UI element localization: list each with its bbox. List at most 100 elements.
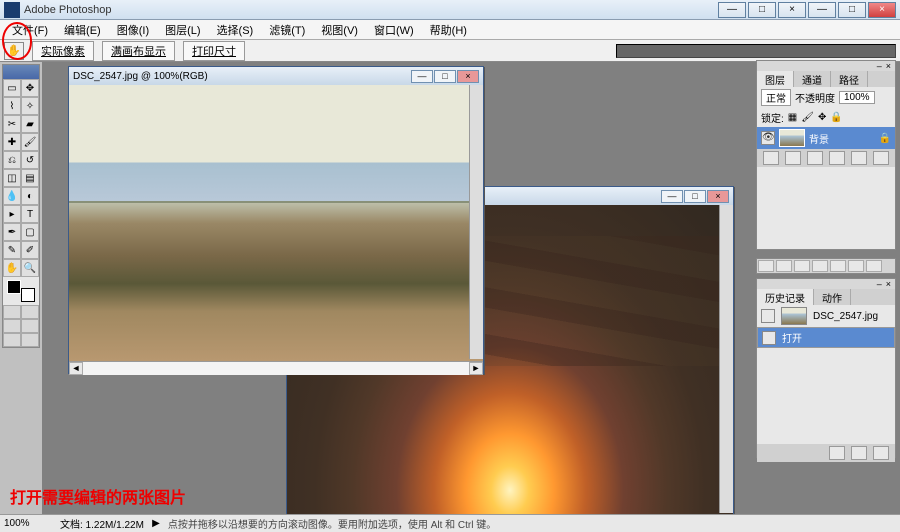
dock-icon[interactable] xyxy=(866,260,882,272)
status-menu-icon[interactable]: ▶ xyxy=(150,518,162,529)
doc-info[interactable]: 文档: 1.22M/1.22M xyxy=(60,516,144,531)
new-layer-button[interactable] xyxy=(851,151,867,165)
menu-filter[interactable]: 滤镜(T) xyxy=(261,20,313,40)
tab-paths[interactable]: 路径 xyxy=(831,71,868,87)
menu-file[interactable]: 文件(F) xyxy=(4,20,56,40)
actual-pixels-button[interactable]: 实际像素 xyxy=(32,41,94,61)
pen-tool[interactable]: ✒ xyxy=(3,223,21,241)
layer-row-background[interactable]: 👁 背景 🔒 xyxy=(757,127,895,149)
marquee-tool[interactable]: ▭ xyxy=(3,79,21,97)
minimized-panel-dock[interactable] xyxy=(756,258,896,274)
dock-icon[interactable] xyxy=(776,260,792,272)
inner-restore-button[interactable]: □ xyxy=(748,2,776,18)
doc1-maximize[interactable]: □ xyxy=(434,70,456,83)
history-brush-source-icon[interactable] xyxy=(761,309,775,323)
blend-mode-select[interactable]: 正常 xyxy=(761,89,791,106)
hand-tool[interactable]: ✋ xyxy=(3,259,21,277)
tab-layers[interactable]: 图层 xyxy=(757,71,794,87)
dock-icon[interactable] xyxy=(830,260,846,272)
menu-window[interactable]: 窗口(W) xyxy=(366,20,422,40)
brush-tool[interactable]: 🖌 xyxy=(21,133,39,151)
lock-all-icon[interactable]: 🔒 xyxy=(830,112,842,123)
crop-tool[interactable]: ✂ xyxy=(3,115,21,133)
layer-thumbnail[interactable] xyxy=(779,129,805,147)
gradient-tool[interactable]: ▤ xyxy=(21,169,39,187)
panel-minimize-icon[interactable]: – xyxy=(877,279,882,289)
screen-full[interactable] xyxy=(3,333,21,347)
maximize-button[interactable]: □ xyxy=(838,2,866,18)
panel-close-icon[interactable]: × xyxy=(886,61,891,71)
tab-actions[interactable]: 动作 xyxy=(814,289,851,305)
path-tool[interactable]: ▸ xyxy=(3,205,21,223)
eraser-tool[interactable]: ◫ xyxy=(3,169,21,187)
new-set-button[interactable] xyxy=(807,151,823,165)
toolbox-header[interactable] xyxy=(3,65,39,79)
heal-tool[interactable]: ✚ xyxy=(3,133,21,151)
fit-on-screen-button[interactable]: 满画布显示 xyxy=(102,41,175,61)
visibility-icon[interactable]: 👁 xyxy=(761,131,775,145)
foreground-color[interactable] xyxy=(7,280,21,294)
layer-style-button[interactable] xyxy=(763,151,779,165)
type-tool[interactable]: T xyxy=(21,205,39,223)
scroll-left-icon[interactable]: ◄ xyxy=(69,362,83,375)
doc1-close[interactable]: × xyxy=(457,70,479,83)
dock-icon[interactable] xyxy=(794,260,810,272)
jump-to-imageready[interactable] xyxy=(21,333,39,347)
doc2-close[interactable]: × xyxy=(707,190,729,203)
inner-close-button[interactable]: × xyxy=(778,2,806,18)
tab-channels[interactable]: 通道 xyxy=(794,71,831,87)
opacity-input[interactable]: 100% xyxy=(839,91,875,104)
color-swatch[interactable] xyxy=(3,277,39,305)
doc2-vscroll[interactable] xyxy=(719,205,733,513)
dock-icon[interactable] xyxy=(848,260,864,272)
menu-image[interactable]: 图像(I) xyxy=(109,20,157,40)
delete-layer-button[interactable] xyxy=(873,151,889,165)
notes-tool[interactable]: ✎ xyxy=(3,241,21,259)
close-button[interactable]: × xyxy=(868,2,896,18)
screen-full-menubar[interactable] xyxy=(21,319,39,333)
lock-transparent-icon[interactable]: ▦ xyxy=(788,112,797,123)
new-doc-from-state-button[interactable] xyxy=(829,446,845,460)
edit-quickmask-mode[interactable] xyxy=(21,305,39,319)
move-tool[interactable]: ✥ xyxy=(21,79,39,97)
new-snapshot-button[interactable] xyxy=(851,446,867,460)
menu-layer[interactable]: 图层(L) xyxy=(157,20,208,40)
document-window-1[interactable]: DSC_2547.jpg @ 100%(RGB) — □ × ◄ ► xyxy=(68,66,484,374)
inner-minimize-button[interactable]: — xyxy=(718,2,746,18)
print-size-button[interactable]: 打印尺寸 xyxy=(183,41,245,61)
panel-minimize-icon[interactable]: – xyxy=(877,61,882,71)
tab-history[interactable]: 历史记录 xyxy=(757,289,814,305)
lock-image-icon[interactable]: 🖌 xyxy=(801,112,814,123)
slice-tool[interactable]: ▰ xyxy=(21,115,39,133)
blur-tool[interactable]: 💧 xyxy=(3,187,21,205)
dock-icon[interactable] xyxy=(758,260,774,272)
screen-standard[interactable] xyxy=(3,319,21,333)
scroll-right-icon[interactable]: ► xyxy=(469,362,483,375)
adjustment-layer-button[interactable] xyxy=(829,151,845,165)
wand-tool[interactable]: ✧ xyxy=(21,97,39,115)
doc1-vscroll[interactable] xyxy=(469,85,483,359)
doc2-minimize[interactable]: — xyxy=(661,190,683,203)
dock-icon[interactable] xyxy=(812,260,828,272)
minimize-button[interactable]: — xyxy=(808,2,836,18)
lock-position-icon[interactable]: ✥ xyxy=(818,112,826,123)
doc1-hscroll[interactable]: ◄ ► xyxy=(69,361,483,375)
panel-close-icon[interactable]: × xyxy=(886,279,891,289)
palette-well[interactable] xyxy=(616,44,896,58)
doc1-titlebar[interactable]: DSC_2547.jpg @ 100%(RGB) — □ × xyxy=(69,67,483,85)
history-step-open[interactable]: 打开 xyxy=(757,327,895,348)
lasso-tool[interactable]: ⌇ xyxy=(3,97,21,115)
doc1-minimize[interactable]: — xyxy=(411,70,433,83)
delete-state-button[interactable] xyxy=(873,446,889,460)
stamp-tool[interactable]: ⎌ xyxy=(3,151,21,169)
history-brush-tool[interactable]: ↺ xyxy=(21,151,39,169)
menu-select[interactable]: 选择(S) xyxy=(209,20,262,40)
background-color[interactable] xyxy=(21,288,35,302)
menu-view[interactable]: 视图(V) xyxy=(313,20,366,40)
layer-mask-button[interactable] xyxy=(785,151,801,165)
dodge-tool[interactable]: ◐ xyxy=(21,187,39,205)
menu-edit[interactable]: 编辑(E) xyxy=(56,20,109,40)
doc2-maximize[interactable]: □ xyxy=(684,190,706,203)
edit-standard-mode[interactable] xyxy=(3,305,21,319)
shape-tool[interactable]: ▢ xyxy=(21,223,39,241)
